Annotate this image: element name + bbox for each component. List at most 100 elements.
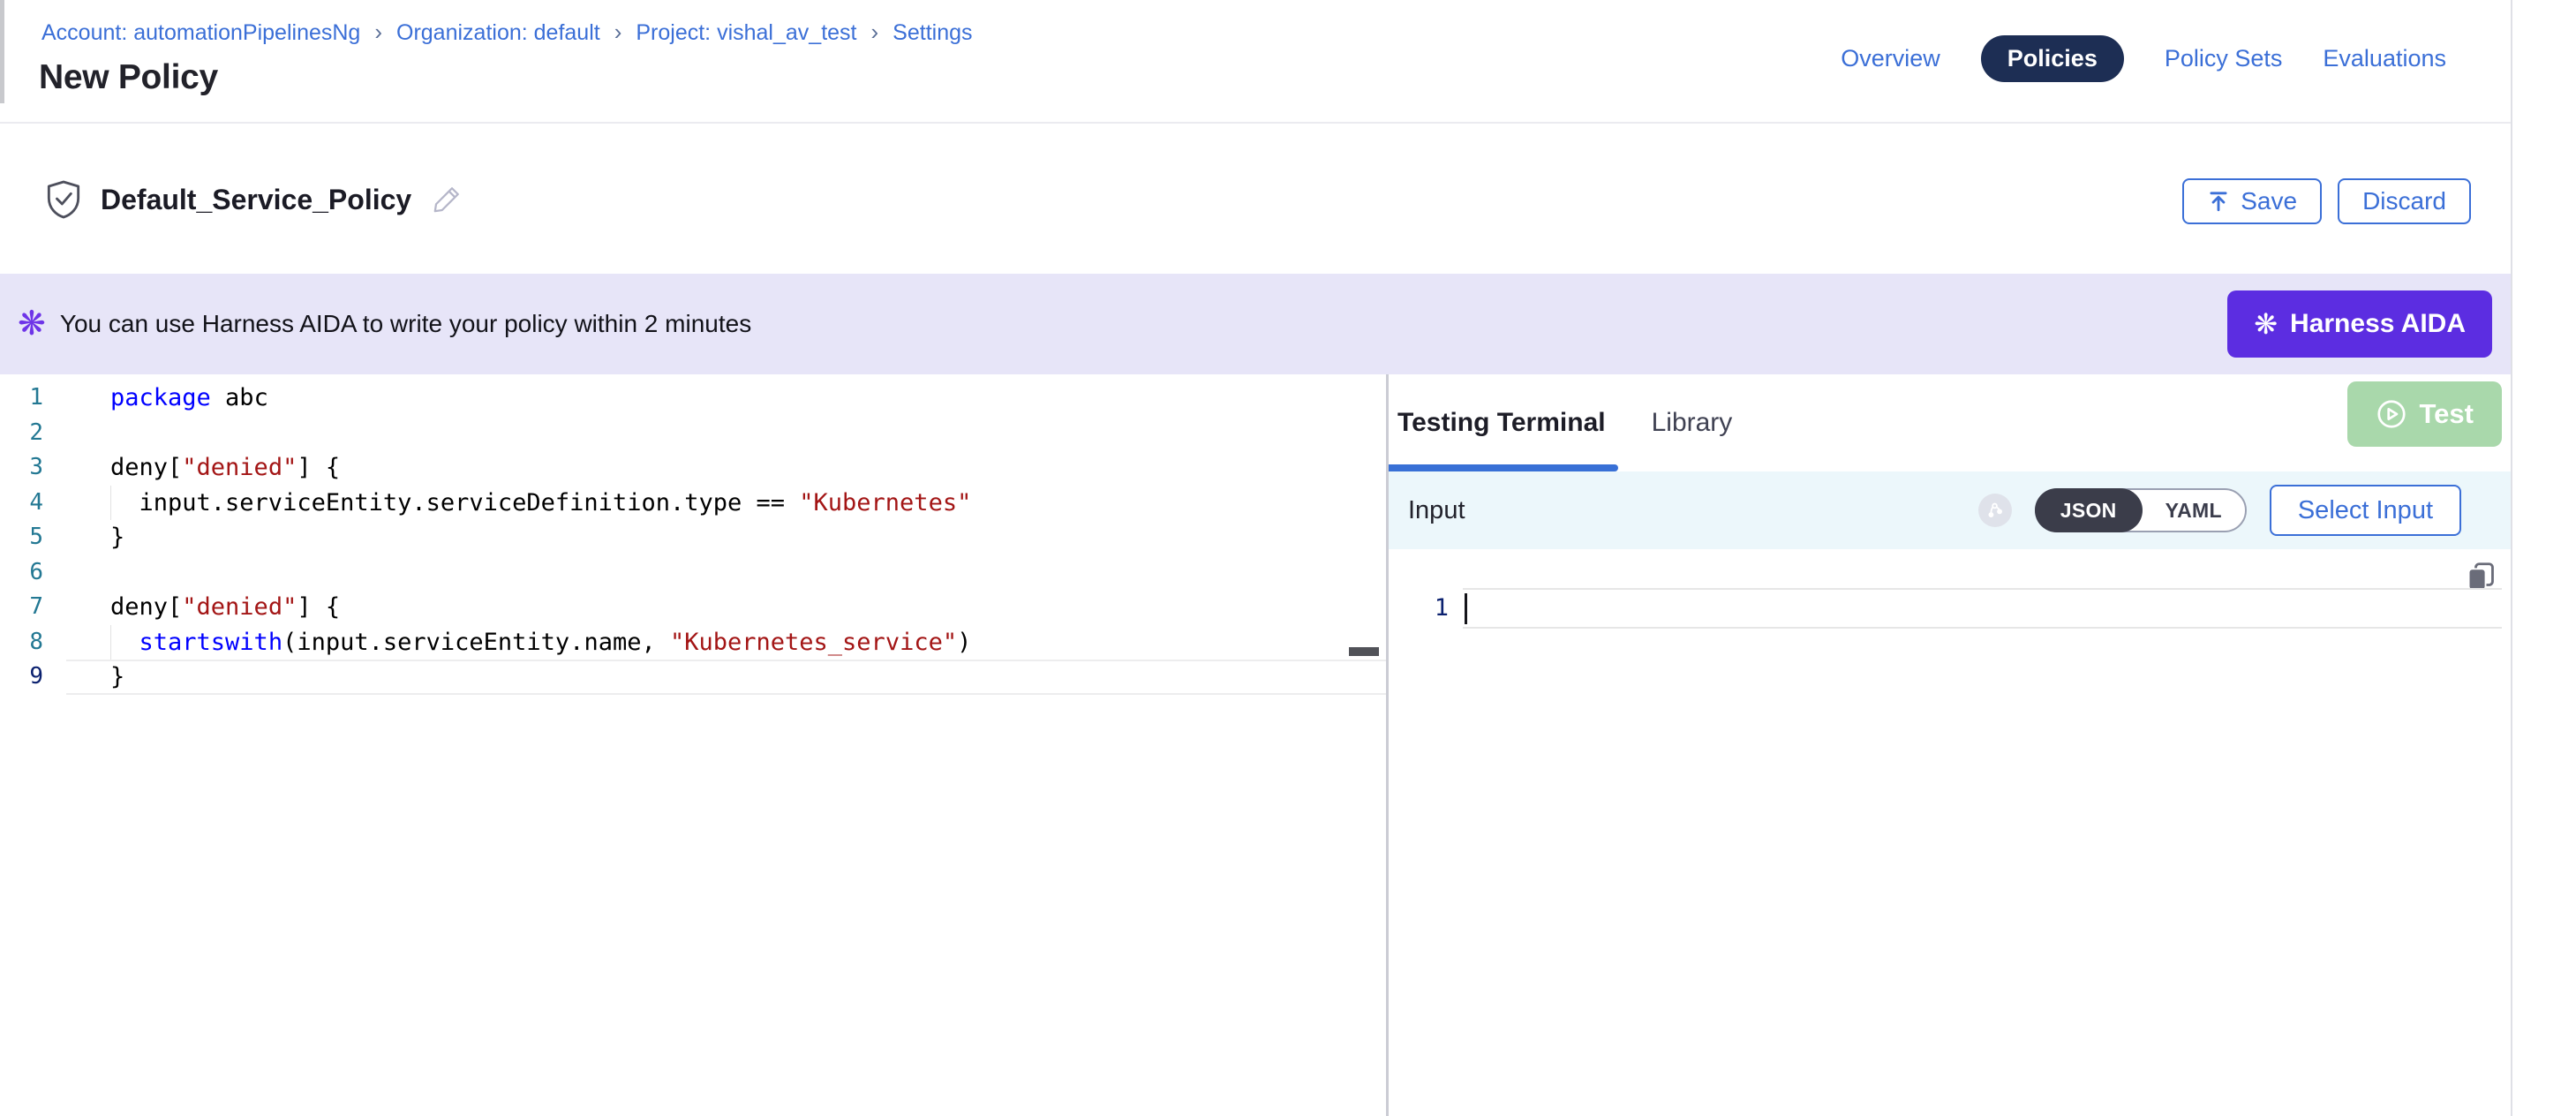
code-token: package — [110, 384, 211, 411]
line-number: 6 — [0, 555, 66, 591]
play-circle-icon — [2376, 398, 2407, 430]
nav-overview[interactable]: Overview — [1841, 45, 1940, 72]
code-token: abc — [211, 384, 268, 411]
input-editor-current-line[interactable]: 1 — [1389, 588, 2502, 629]
code-line[interactable]: 6 — [0, 555, 1386, 591]
code-token: ] { — [297, 454, 340, 481]
policy-name: Default_Service_Policy — [101, 184, 411, 216]
code-line-text: deny["denied"] { — [66, 590, 1386, 625]
terminal-tabs: Testing Terminal Library — [1389, 374, 1732, 471]
code-line[interactable]: 1package abc — [0, 381, 1386, 416]
breadcrumb-item[interactable]: Organization: default — [396, 20, 600, 46]
terminal-tabs-row: Testing Terminal Library Test — [1389, 374, 2511, 471]
policy-shield-check-icon — [46, 180, 81, 219]
aida-button-flower-icon: ❋ — [2254, 310, 2278, 338]
line-number: 4 — [0, 486, 66, 521]
test-button-label: Test — [2420, 398, 2474, 430]
code-line-text: } — [66, 660, 1386, 695]
test-button[interactable]: Test — [2347, 381, 2502, 447]
policy-code-editor[interactable]: 1package abc23deny["denied"] {4 input.se… — [0, 374, 1386, 1116]
code-line-text: deny["denied"] { — [66, 450, 1386, 486]
breadcrumb-item[interactable]: Project: vishal_av_test — [636, 20, 856, 46]
code-line[interactable]: 2 — [0, 416, 1386, 451]
format-option-json[interactable]: JSON — [2035, 488, 2143, 532]
app-frame: Account: automationPipelinesNg › Organizat… — [0, 0, 2512, 1116]
toolbar-actions: Save Discard — [2182, 178, 2471, 224]
breadcrumb: Account: automationPipelinesNg › Organizat… — [41, 19, 973, 47]
code-token: "denied" — [182, 454, 297, 481]
aida-button-label: Harness AIDA — [2290, 309, 2466, 339]
breadcrumb-separator: › — [374, 19, 382, 46]
module-nav: Overview Policies Policy Sets Evaluations — [1841, 34, 2446, 83]
code-line[interactable]: 4 input.serviceEntity.serviceDefinition.… — [0, 486, 1386, 521]
edit-pencil-icon[interactable] — [431, 184, 463, 215]
code-line-text: } — [66, 520, 1386, 555]
code-token: } — [110, 663, 124, 690]
aida-banner: ❋ You can use Harness AIDA to write your… — [0, 274, 2511, 374]
code-token — [110, 629, 139, 656]
code-line[interactable]: 3deny["denied"] { — [0, 450, 1386, 486]
breadcrumb-separator: › — [614, 19, 622, 46]
discard-label: Discard — [2362, 187, 2446, 215]
code-token: (input.serviceEntity.name, — [282, 629, 670, 656]
upload-icon — [2207, 190, 2230, 213]
save-label: Save — [2241, 187, 2297, 215]
format-option-yaml[interactable]: YAML — [2143, 490, 2245, 531]
input-label: Input — [1408, 496, 1465, 525]
line-number: 2 — [0, 416, 66, 451]
input-line-content[interactable] — [1463, 588, 2502, 629]
input-line-number: 1 — [1389, 588, 1463, 629]
code-token: ) — [957, 629, 971, 656]
tab-testing-terminal[interactable]: Testing Terminal — [1397, 374, 1606, 471]
code-line[interactable]: 7deny["denied"] { — [0, 590, 1386, 625]
format-toggle: JSONYAML — [2035, 488, 2247, 532]
code-token: startswith — [139, 629, 283, 656]
code-token: } — [110, 524, 124, 551]
select-input-label: Select Input — [2298, 496, 2433, 525]
nav-policies[interactable]: Policies — [1981, 35, 2124, 82]
input-header-controls: JSONYAML Select Input — [1978, 471, 2461, 549]
save-button[interactable]: Save — [2182, 178, 2322, 224]
code-line[interactable]: 5} — [0, 520, 1386, 555]
input-section-header: Input JSONYAML Select Input — [1389, 471, 2511, 549]
select-input-button[interactable]: Select Input — [2270, 485, 2461, 536]
code-line[interactable]: 8 startswith(input.serviceEntity.name, "… — [0, 625, 1386, 660]
code-token: deny[ — [110, 593, 182, 621]
breadcrumb-separator: › — [871, 19, 879, 46]
text-cursor — [1465, 593, 1467, 624]
code-line-text — [66, 555, 1386, 591]
code-token: input.serviceEntity.serviceDefinition.ty… — [110, 489, 799, 517]
code-token: deny[ — [110, 454, 182, 481]
testing-terminal-panel: Testing Terminal Library Test Input — [1389, 374, 2511, 1116]
line-number: 9 — [0, 660, 66, 695]
code-line-text: package abc — [66, 381, 1386, 416]
left-edge-strip — [0, 0, 4, 103]
input-editor[interactable]: 1 — [1389, 549, 2511, 1116]
nav-evaluations[interactable]: Evaluations — [2323, 45, 2446, 72]
code-line[interactable]: 9} — [0, 660, 1386, 695]
code-line-text: input.serviceEntity.serviceDefinition.ty… — [66, 486, 1386, 521]
policy-toolbar: Default_Service_Policy Save — [0, 125, 2511, 274]
discard-button[interactable]: Discard — [2338, 178, 2471, 224]
breadcrumb-item[interactable]: Account: automationPipelinesNg — [41, 20, 360, 46]
aida-banner-message: You can use Harness AIDA to write your p… — [60, 310, 751, 338]
page-title: New Policy — [39, 58, 218, 97]
code-line-text — [66, 416, 1386, 451]
content-area: 1package abc23deny["denied"] {4 input.se… — [0, 374, 2511, 1116]
code-token: ] { — [297, 593, 340, 621]
code-lines: 1package abc23deny["denied"] {4 input.se… — [0, 381, 1386, 695]
tab-library[interactable]: Library — [1652, 374, 1733, 471]
line-number: 5 — [0, 520, 66, 555]
nav-policy-sets[interactable]: Policy Sets — [2165, 45, 2283, 72]
git-branch-icon — [1978, 494, 2012, 527]
overview-ruler-cursor-mark — [1349, 647, 1379, 656]
code-token: "denied" — [182, 593, 297, 621]
page-header: Account: automationPipelinesNg › Organizat… — [0, 0, 2511, 124]
breadcrumb-item[interactable]: Settings — [893, 20, 972, 46]
harness-aida-button[interactable]: ❋ Harness AIDA — [2227, 290, 2492, 358]
line-number: 3 — [0, 450, 66, 486]
code-line-text: startswith(input.serviceEntity.name, "Ku… — [66, 625, 1386, 660]
code-token: "Kubernetes" — [799, 489, 971, 517]
line-number: 7 — [0, 590, 66, 625]
line-number: 1 — [0, 381, 66, 416]
